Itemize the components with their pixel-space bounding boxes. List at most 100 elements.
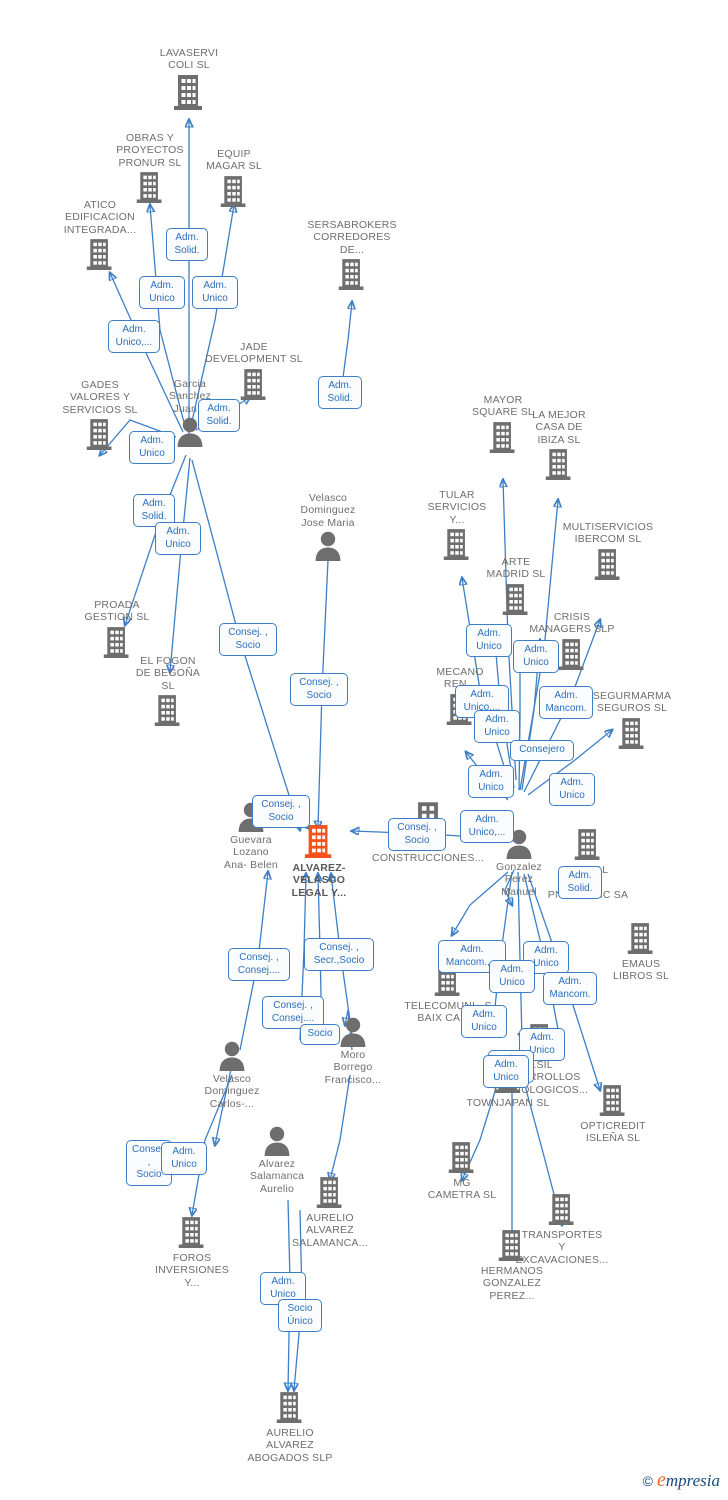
relation-chip[interactable]: Socio Único (278, 1299, 322, 1332)
relation-chip[interactable]: Adm. Unico (474, 710, 520, 743)
node-label: ALVAREZ- VELASCO LEGAL Y... (291, 862, 347, 899)
brand-name: empresia (657, 1469, 720, 1492)
relation-chip[interactable]: Adm. Mancom. (539, 686, 593, 719)
relation-chip[interactable]: Adm. Mancom. (543, 972, 597, 1005)
node-label: FOROS INVERSIONES Y... (155, 1252, 229, 1289)
node-label: HERMANOS GONZALEZ PEREZ... (480, 1265, 544, 1302)
node-label: Moro Borrego Francisco... (324, 1049, 382, 1086)
relation-chip[interactable]: Adm. Unico (192, 276, 238, 309)
node-hermanos-gonzalez[interactable]: HERMANOS GONZALEZ PEREZ... (457, 1228, 567, 1302)
relation-chip[interactable]: Adm. Unico (466, 624, 512, 657)
node-mg-cametra[interactable]: MG CAMETRA SL (407, 1140, 517, 1202)
relation-chip[interactable]: Adm. Unico,... (108, 320, 160, 353)
company-icon (172, 73, 206, 113)
company-icon (573, 827, 603, 863)
node-label: Velasco Dominguez Jose Maria (300, 492, 356, 529)
node-la-mejor-casa[interactable]: LA MEJOR CASA DE IBIZA SL (504, 409, 614, 483)
relation-chip[interactable]: Adm. Unico (549, 773, 595, 806)
company-icon (626, 921, 656, 957)
node-label: EL FOGON DE BEGOÑA SL (135, 655, 201, 692)
copyright-symbol: © (642, 1472, 653, 1489)
company-icon (177, 1215, 207, 1251)
node-label: EQUIP MAGAR SL (206, 148, 262, 173)
node-el-fogon[interactable]: EL FOGON DE BEGOÑA SL (113, 655, 223, 729)
node-emaus[interactable]: EMAUS LIBROS SL (586, 921, 696, 983)
relation-chip[interactable]: Adm. Solid. (318, 376, 362, 409)
company-icon (219, 174, 249, 210)
node-label: GADES VALORES Y SERVICIOS SL (62, 379, 138, 416)
company-icon (337, 257, 367, 293)
relation-chip[interactable]: Consej. , Secr.,Socio (304, 938, 374, 971)
node-velasco-jose-maria[interactable]: Velasco Dominguez Jose Maria (273, 492, 383, 562)
node-label: MULTISERVICIOS IBERCOM SL (562, 521, 654, 546)
node-label: LA MEJOR CASA DE IBIZA SL (532, 409, 586, 446)
node-segurmarma[interactable]: SEGURMARMA SEGUROS SL (577, 690, 687, 752)
node-root-alvarez-velasco[interactable]: ALVAREZ- VELASCO LEGAL Y... (264, 823, 374, 899)
node-label: ATICO EDIFICACION INTEGRADA... (63, 199, 137, 236)
person-icon (314, 530, 342, 562)
person-icon (339, 1016, 367, 1048)
relation-chip[interactable]: Adm. Unico (155, 522, 201, 555)
node-label: Velasco Dominguez Carlos-... (204, 1073, 260, 1110)
relation-chip[interactable]: Adm. Unico (129, 431, 175, 464)
node-lavaservi[interactable]: LAVASERVI COLI SL (134, 47, 244, 113)
node-label: SEGURMARMA SEGUROS SL (592, 690, 672, 715)
company-icon (153, 693, 183, 729)
relation-chip[interactable]: Adm. Solid. (558, 866, 602, 899)
relation-chip[interactable]: Consej. , Socio (290, 673, 348, 706)
node-proada[interactable]: PROADA GESTION SL (62, 599, 172, 661)
company-icon (547, 1192, 577, 1228)
company-icon-highlighted (303, 823, 335, 861)
company-icon (598, 1083, 628, 1119)
relation-chip[interactable]: Adm. Unico (513, 640, 559, 673)
node-label: TOWNJAPAN SL (466, 1097, 550, 1109)
relation-chip[interactable]: Consej. , Socio (219, 623, 277, 656)
brand-rest: mpresia (665, 1471, 720, 1490)
node-label: MG CAMETRA SL (427, 1177, 497, 1202)
relation-chip[interactable]: Consej. , Socio (388, 818, 446, 851)
relation-chip[interactable]: Consejero (510, 740, 574, 761)
node-aurelio-salamanca-sl[interactable]: AURELIO ALVAREZ SALAMANCA... (275, 1175, 385, 1249)
company-icon (497, 1228, 527, 1264)
node-arte-madrid[interactable]: ARTE MADRID SL (461, 556, 571, 618)
company-icon (275, 1390, 305, 1426)
node-label: EMAUS LIBROS SL (612, 958, 670, 983)
node-foros-inversiones[interactable]: FOROS INVERSIONES Y... (137, 1215, 247, 1289)
relation-chip[interactable]: Adm. Unico (161, 1142, 207, 1175)
node-label: LAVASERVI COLI SL (159, 47, 219, 72)
node-atico[interactable]: ATICO EDIFICACION INTEGRADA... (45, 199, 155, 273)
relation-chip[interactable]: Adm. Solid. (166, 228, 208, 261)
node-label: OBRAS Y PROYECTOS PRONUR SL (116, 132, 184, 169)
company-icon (85, 237, 115, 273)
node-opticredit[interactable]: OPTICREDIT ISLEÑA SL (558, 1083, 668, 1145)
node-velasco-carlos[interactable]: Velasco Dominguez Carlos-... (177, 1040, 287, 1110)
relation-chip[interactable]: Socio (300, 1024, 340, 1045)
node-aurelio-alvarez-abogados[interactable]: AURELIO ALVAREZ ABOGADOS SLP (235, 1390, 345, 1464)
relation-chip[interactable]: Adm. Unico (483, 1055, 529, 1088)
relation-chip[interactable]: Consej. , Consej.... (228, 948, 290, 981)
relation-chip[interactable]: Adm. Unico,... (460, 810, 514, 843)
node-equip[interactable]: EQUIP MAGAR SL (179, 148, 289, 210)
relation-chip[interactable]: Adm. Unico (489, 960, 535, 993)
node-tular[interactable]: TULAR SERVICIOS Y... (402, 489, 512, 563)
company-icon (557, 637, 587, 673)
node-label: SERSABROKERS CORREDORES DE... (307, 219, 397, 256)
relation-chip[interactable]: Adm. Solid. (198, 399, 240, 432)
company-icon (315, 1175, 345, 1211)
node-sersabrokers[interactable]: SERSABROKERS CORREDORES DE... (297, 219, 407, 293)
node-label: ARTE MADRID SL (486, 556, 546, 581)
person-icon (218, 1040, 246, 1072)
relation-chip[interactable]: Consej. , Socio (252, 795, 310, 828)
node-label: AURELIO ALVAREZ SALAMANCA... (292, 1212, 368, 1249)
network-diagram-canvas: LAVASERVI COLI SL OBRAS Y PROYECTOS PRON… (0, 0, 728, 1500)
relation-chip[interactable]: Adm. Unico (139, 276, 185, 309)
company-icon (593, 547, 623, 583)
node-label: TULAR SERVICIOS Y... (427, 489, 487, 526)
person-icon (263, 1125, 291, 1157)
relation-chip[interactable]: Adm. Unico (468, 765, 514, 798)
relation-chip[interactable]: Adm. Unico (461, 1005, 507, 1038)
node-label: CRISIS MANAGERS SLP (529, 611, 615, 636)
company-icon (617, 716, 647, 752)
company-icon (85, 417, 115, 453)
watermark: © empresia (643, 1469, 720, 1492)
